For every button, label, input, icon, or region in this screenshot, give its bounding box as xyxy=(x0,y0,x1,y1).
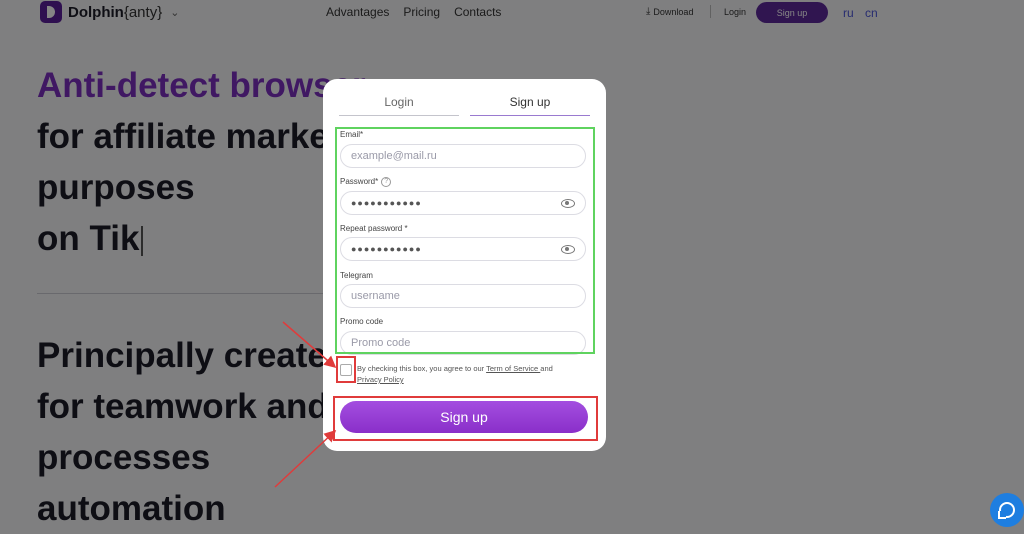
terms-of-service-link[interactable]: Term of Service xyxy=(486,364,540,373)
annotation-signup-button-box xyxy=(333,396,598,441)
terms-agreement-text: By checking this box, you agree to our T… xyxy=(357,364,553,384)
chat-widget-button[interactable] xyxy=(990,493,1024,527)
annotation-form-fields-box xyxy=(335,127,595,354)
tab-login[interactable]: Login xyxy=(339,92,459,116)
tab-signup[interactable]: Sign up xyxy=(470,92,590,116)
chat-bubble-icon xyxy=(998,502,1015,519)
annotation-checkbox-box xyxy=(336,356,356,383)
privacy-policy-link[interactable]: Privacy Policy xyxy=(357,375,404,384)
auth-tabs: Login Sign up xyxy=(339,92,590,116)
